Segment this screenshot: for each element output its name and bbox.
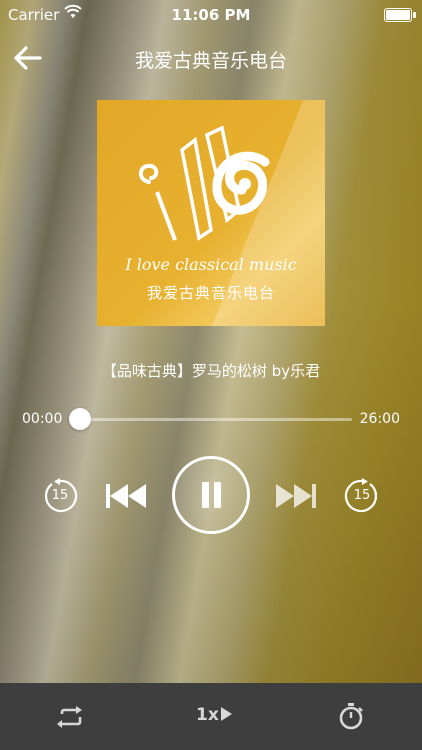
album-chinese-text: 我爱古典音乐电台: [146, 284, 275, 302]
timer-icon[interactable]: [337, 702, 365, 730]
next-button[interactable]: [274, 483, 318, 509]
album-artwork: I love classical music 我爱古典音乐电台: [97, 100, 325, 326]
pause-icon: [202, 482, 209, 508]
current-time: 00:00: [22, 411, 63, 427]
clock: 11:06 PM: [171, 6, 251, 24]
rewind-15-button[interactable]: 15: [42, 478, 78, 514]
previous-button[interactable]: [104, 483, 148, 509]
bottom-toolbar: 1x: [0, 683, 422, 750]
status-bar: Carrier 11:06 PM: [0, 0, 422, 30]
skip-next-icon: [276, 484, 316, 508]
speed-label: 1x: [196, 705, 219, 725]
page-title: 我爱古典音乐电台: [134, 50, 287, 72]
skip-previous-icon: [106, 484, 146, 508]
progress-knob[interactable]: [69, 408, 92, 430]
forward-15-label: 15: [353, 488, 371, 503]
repeat-icon[interactable]: [56, 705, 86, 729]
progress-bar[interactable]: [69, 408, 352, 430]
rewind-15-label: 15: [51, 488, 69, 503]
forward-15-button[interactable]: 15: [344, 478, 380, 514]
total-time: 26:00: [359, 411, 400, 427]
play-speed-icon: [220, 707, 232, 721]
battery-icon: [384, 8, 416, 22]
pause-button[interactable]: [172, 456, 250, 534]
playback-speed-button[interactable]: 1x: [196, 705, 246, 729]
album-english-text: I love classical music: [125, 255, 297, 274]
nav-bar: 我爱古典音乐电台: [0, 36, 422, 80]
track-title: 【品味古典】罗马的松树 by乐君: [101, 362, 321, 380]
station-logo: [139, 125, 270, 241]
